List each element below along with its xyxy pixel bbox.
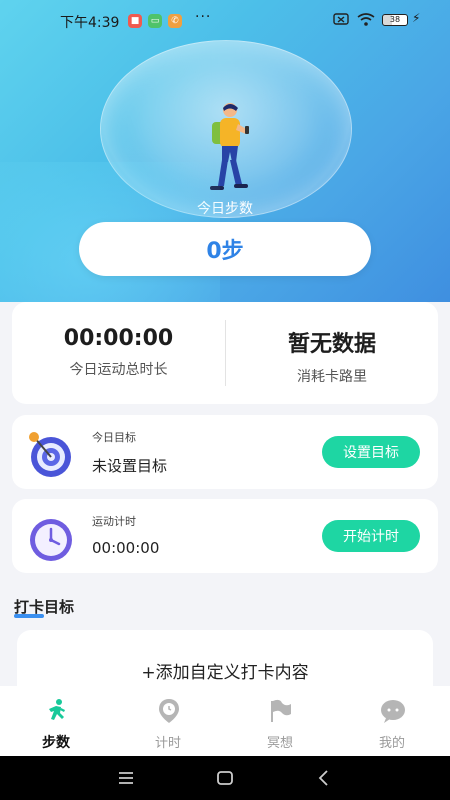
- exercise-summary-card: 00:00:00 今日运动总时长 暂无数据 消耗卡路里: [12, 302, 438, 404]
- tab-steps[interactable]: 步数: [0, 686, 112, 756]
- checkin-section-title: 打卡目标: [14, 598, 75, 616]
- tab-label: 我的: [378, 736, 405, 751]
- tab-meditation[interactable]: 冥想: [224, 686, 336, 756]
- bottom-tab-bar: 步数 计时 冥想 我的: [0, 686, 450, 756]
- goal-value: 未设置目标: [92, 457, 168, 475]
- phone-notification-icon: ✆: [168, 14, 182, 28]
- daily-goal-card: 今日目标 未设置目标 设置目标: [12, 415, 438, 489]
- timer-value: 00:00:00: [92, 539, 160, 557]
- sim-off-icon: [333, 13, 349, 25]
- battery-level: 38: [389, 15, 401, 24]
- app-notification-icon: ■: [128, 14, 142, 28]
- tab-label: 计时: [154, 736, 181, 751]
- home-icon[interactable]: [213, 766, 237, 790]
- wifi-icon: [357, 13, 375, 26]
- tab-profile[interactable]: 我的: [336, 686, 448, 756]
- timer-label: 运动计时: [92, 515, 136, 528]
- set-goal-button[interactable]: 设置目标: [322, 436, 420, 468]
- steps-count-display: 0步: [79, 222, 371, 276]
- menu-icon[interactable]: [114, 766, 138, 790]
- location-clock-icon: [159, 699, 179, 723]
- start-timer-button[interactable]: 开始计时: [322, 520, 420, 552]
- calories-value: 暂无数据: [287, 332, 376, 357]
- flag-icon: [271, 699, 291, 722]
- charging-icon: ⚡: [412, 11, 421, 25]
- walking-person-illustration: [210, 103, 249, 190]
- more-notifications-icon: ···: [195, 9, 212, 25]
- tab-timer[interactable]: 计时: [112, 686, 224, 756]
- tab-label: 步数: [42, 735, 70, 751]
- steps-caption: 今日步数: [197, 201, 253, 217]
- exercise-timer-card: 运动计时 00:00:00 开始计时: [12, 499, 438, 573]
- clock-icon: [30, 519, 72, 561]
- message-notification-icon: ▭: [148, 14, 162, 28]
- duration-value: 00:00:00: [63, 326, 174, 351]
- system-navigation-bar: [0, 756, 450, 800]
- calories-summary: 暂无数据 消耗卡路里: [226, 326, 438, 386]
- calories-label: 消耗卡路里: [297, 369, 367, 385]
- running-icon: [49, 699, 65, 720]
- add-checkin-text[interactable]: +添加自定义打卡内容: [17, 658, 433, 683]
- battery-icon: 38: [382, 14, 408, 26]
- status-bar: 下午4:39 ■ ▭ ✆ ··· 38 ⚡: [0, 0, 450, 40]
- back-icon[interactable]: [312, 766, 336, 790]
- chat-face-icon: [381, 700, 405, 723]
- duration-label: 今日运动总时长: [69, 362, 168, 378]
- duration-summary: 00:00:00 今日运动总时长: [12, 326, 225, 379]
- goal-label: 今日目标: [92, 431, 136, 444]
- target-icon: [29, 432, 71, 477]
- status-time: 下午4:39: [60, 15, 120, 31]
- tab-label: 冥想: [266, 736, 293, 751]
